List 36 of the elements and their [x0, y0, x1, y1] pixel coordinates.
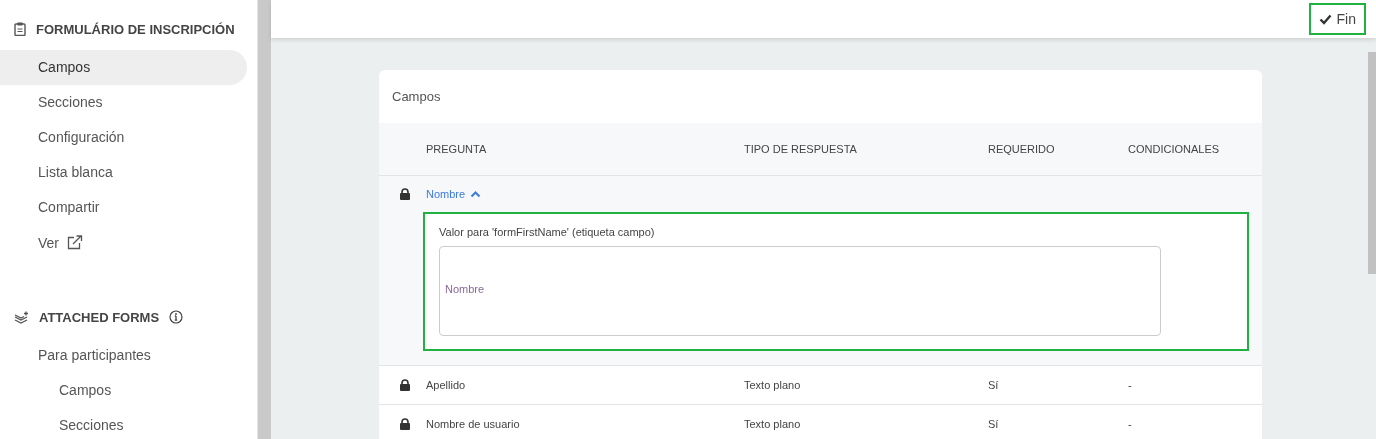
sidebar-item[interactable]: Campos — [0, 50, 247, 85]
table-cell-text: Nombre de usuario — [426, 418, 521, 430]
field-label: Valor para 'formFirstName' (etiqueta campo) — [439, 226, 656, 238]
column-header: TIPO DE RESPUESTA — [744, 143, 858, 155]
table-cell-text: Sí — [988, 379, 1000, 391]
check-icon — [1318, 13, 1332, 25]
table-row[interactable]: Apellido Texto plano Sí - — [379, 366, 1262, 404]
sidebar-subitem[interactable]: Secciones — [0, 408, 247, 439]
table-cell-text: - — [1128, 418, 1133, 430]
table-cell-text: Sí — [988, 418, 1000, 430]
table-cell-text: Texto plano — [744, 379, 802, 391]
column-header: PREGUNTA — [426, 143, 488, 155]
card-title: Campos — [391, 88, 442, 106]
sidebar-item[interactable]: Lista blanca — [0, 155, 247, 190]
sidebar-item[interactable]: Ver — [38, 234, 59, 251]
layers-icon — [14, 310, 29, 324]
scrollbar[interactable] — [1368, 52, 1376, 274]
table-cell-text: Apellido — [426, 379, 467, 391]
column-header: REQUERIDO — [988, 143, 1056, 155]
table-row[interactable]: Nombre de usuario Texto plano Sí - — [379, 405, 1262, 439]
scrollbar[interactable] — [257, 0, 271, 439]
chevron-up-icon — [470, 190, 482, 198]
question-toggle[interactable]: Nombre — [426, 188, 466, 200]
sidebar-item[interactable]: Compartir — [0, 190, 247, 225]
section-title: FORMULÁRIO DE INSCRIPCIÓN — [36, 21, 235, 37]
column-header: CONDICIONALES — [1128, 143, 1221, 155]
table-cell-text: - — [1128, 379, 1133, 391]
section-title: ATTACHED FORMS — [39, 309, 160, 325]
sidebar-item[interactable]: Configuración — [0, 120, 247, 155]
done-button[interactable]: Fin — [1308, 3, 1366, 35]
text-field[interactable]: Nombre — [439, 246, 1161, 336]
table-cell-text: Texto plano — [744, 418, 802, 430]
sidebar-item[interactable]: Para participantes — [0, 338, 247, 373]
sidebar-subitem[interactable]: Campos — [0, 373, 247, 408]
clipboard-icon — [14, 22, 26, 36]
sidebar-item[interactable]: Secciones — [0, 85, 247, 120]
